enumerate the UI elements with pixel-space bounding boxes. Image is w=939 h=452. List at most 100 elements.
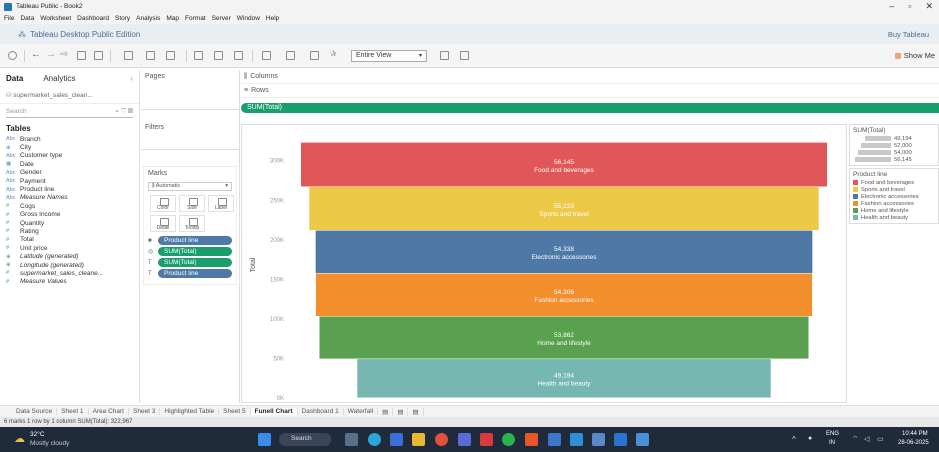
youtube-icon[interactable]	[480, 433, 493, 446]
new-dashboard-tab-icon[interactable]: ▤	[393, 407, 409, 416]
chevron-up-icon[interactable]: ^	[792, 435, 796, 444]
close-button[interactable]: ✕	[925, 1, 933, 12]
menu-map[interactable]: Map	[166, 15, 179, 22]
store-icon[interactable]	[390, 433, 403, 446]
sheet-tab-waterfall[interactable]: Waterfall	[344, 408, 379, 415]
color-mark-button[interactable]: Color	[150, 195, 176, 212]
tab-analytics[interactable]: Analytics	[43, 74, 75, 83]
whatsapp-icon[interactable]	[502, 433, 515, 446]
menu-help[interactable]: Help	[266, 15, 279, 22]
field-item[interactable]: ▦ Date	[0, 160, 139, 168]
language-indicator[interactable]: ENG	[826, 431, 839, 437]
field-item[interactable]: Abc Measure Names	[0, 194, 139, 202]
app-icon-5[interactable]	[636, 433, 649, 446]
new-worksheet-tab-icon[interactable]: ▤	[378, 407, 394, 416]
menu-data[interactable]: Data	[20, 15, 34, 22]
redo-arrow-icon[interactable]: ⇨	[60, 49, 68, 60]
marks-pill[interactable]: T SUM(Total)	[148, 258, 232, 267]
sheet-tab-data-source[interactable]: Data Source	[12, 408, 58, 415]
columns-shelf[interactable]: ⫼ Columns	[241, 70, 939, 84]
field-item[interactable]: Abc Payment	[0, 177, 139, 185]
edge-browser-icon[interactable]	[368, 433, 381, 446]
teams-icon[interactable]	[458, 433, 471, 446]
buy-tableau-link[interactable]: Buy Tableau	[888, 30, 929, 39]
field-item[interactable]: # Rating	[0, 227, 139, 235]
app-icon-2[interactable]	[570, 433, 583, 446]
sheet-tab-highlighted-table[interactable]: Highlighted Table	[160, 408, 220, 415]
clock-time[interactable]: 10:44 PM	[902, 431, 928, 437]
swap-rows-columns-icon[interactable]	[194, 51, 203, 60]
file-explorer-icon[interactable]	[412, 433, 425, 446]
group-members-icon[interactable]	[286, 51, 295, 60]
pin-icon[interactable]: ✰	[330, 49, 339, 58]
clear-sheet-icon[interactable]	[166, 51, 175, 60]
pages-card[interactable]: Pages	[141, 70, 239, 110]
new-worksheet-icon[interactable]	[124, 51, 133, 60]
volume-icon[interactable]: ◁	[864, 435, 869, 443]
datasource-item[interactable]: ⛁ supermarket_sales_clean...	[0, 87, 139, 104]
field-item[interactable]: ⊕ City	[0, 143, 139, 151]
app-icon-4[interactable]	[614, 433, 627, 446]
clock-date[interactable]: 28-06-2025	[898, 440, 929, 446]
field-item[interactable]: # Cogs	[0, 202, 139, 210]
highlight-icon[interactable]	[262, 51, 271, 60]
show-mark-labels-icon[interactable]	[310, 51, 319, 60]
field-item[interactable]: Abc Customer type	[0, 152, 139, 160]
tooltip-mark-button[interactable]: Tooltip	[179, 215, 205, 232]
marks-pill[interactable]: ■ Product line	[148, 236, 232, 245]
marks-pill[interactable]: ◎ SUM(Total)	[148, 247, 232, 256]
field-item[interactable]: ⊕ Latitude (generated)	[0, 252, 139, 260]
menu-window[interactable]: Window	[237, 15, 260, 22]
size-legend[interactable]: SUM(Total) 49,194 52,000 54,000 56,145	[849, 124, 939, 166]
collapse-pane-icon[interactable]: ‹	[130, 74, 133, 83]
search-input[interactable]: Search ⌕ ▽ ▤	[6, 108, 133, 118]
sheet-tab-dashboard-1[interactable]: Dashboard 1	[298, 408, 344, 415]
weather-temp[interactable]: 32°C	[30, 431, 45, 438]
widgets-icon[interactable]	[345, 433, 358, 446]
sheet-tab-sheet-1[interactable]: Sheet 1	[57, 408, 89, 415]
taskbar-search[interactable]: Search	[279, 433, 331, 446]
color-legend-entry[interactable]: Food and beverages	[853, 179, 935, 186]
tableau-taskbar-icon[interactable]	[525, 433, 538, 446]
fit-view-select[interactable]: Entire View ▾	[351, 50, 427, 62]
maximize-button[interactable]: ▫	[908, 1, 911, 12]
wifi-icon[interactable]: ⌔	[852, 435, 859, 444]
menu-analysis[interactable]: Analysis	[136, 15, 160, 22]
menu-server[interactable]: Server	[212, 15, 231, 22]
menu-story[interactable]: Story	[115, 15, 130, 22]
windows-start-icon[interactable]	[258, 433, 271, 446]
field-item[interactable]: # supermarket_sales_cleane...	[0, 269, 139, 277]
app-icon-1[interactable]	[548, 433, 561, 446]
duplicate-sheet-icon[interactable]	[146, 51, 155, 60]
marks-pill[interactable]: T Product line	[148, 269, 232, 278]
color-legend-entry[interactable]: Home and lifestyle	[853, 207, 935, 214]
back-arrow-icon[interactable]: ←	[31, 49, 41, 60]
sheet-tab-funell-chart[interactable]: Funell Chart	[250, 408, 298, 415]
app-icon-3[interactable]	[592, 433, 605, 446]
menu-worksheet[interactable]: Worksheet	[40, 15, 71, 22]
color-legend-entry[interactable]: Health and beauty	[853, 214, 935, 221]
tray-app-icon[interactable]: ●	[808, 435, 812, 442]
new-story-tab-icon[interactable]: ▤	[408, 407, 424, 416]
field-item[interactable]: # Quantity	[0, 219, 139, 227]
menu-dashboard[interactable]: Dashboard	[77, 15, 109, 22]
color-legend-entry[interactable]: Sports and travel	[853, 186, 935, 193]
mark-type-select[interactable]: ⫼ Automatic ▾	[148, 182, 232, 191]
sheet-tab-sheet-3[interactable]: Sheet 3	[129, 408, 161, 415]
tableau-star-icon[interactable]	[8, 51, 17, 60]
field-item[interactable]: # Measure Values	[0, 278, 139, 286]
color-legend[interactable]: Product line Food and beverages Sports an…	[849, 168, 939, 224]
field-item[interactable]: ⊕ Longitude (generated)	[0, 261, 139, 269]
show-cards-icon[interactable]	[440, 51, 449, 60]
forward-arrow-icon[interactable]: →	[46, 49, 56, 60]
menu-file[interactable]: File	[4, 15, 14, 22]
size-mark-button[interactable]: Size	[179, 195, 205, 212]
minimize-button[interactable]: –	[889, 1, 894, 12]
color-legend-entry[interactable]: Fashion accessories	[853, 200, 935, 207]
sheet-tab-sheet-5[interactable]: Sheet 5	[219, 408, 251, 415]
save-icon[interactable]	[77, 51, 86, 60]
sum-total-pill[interactable]: SUM(Total)	[241, 103, 939, 113]
sheet-tab-area-chart[interactable]: Area Chart	[89, 408, 129, 415]
tab-data[interactable]: Data	[6, 74, 23, 83]
rows-shelf[interactable]: ≡ Rows	[241, 84, 939, 98]
